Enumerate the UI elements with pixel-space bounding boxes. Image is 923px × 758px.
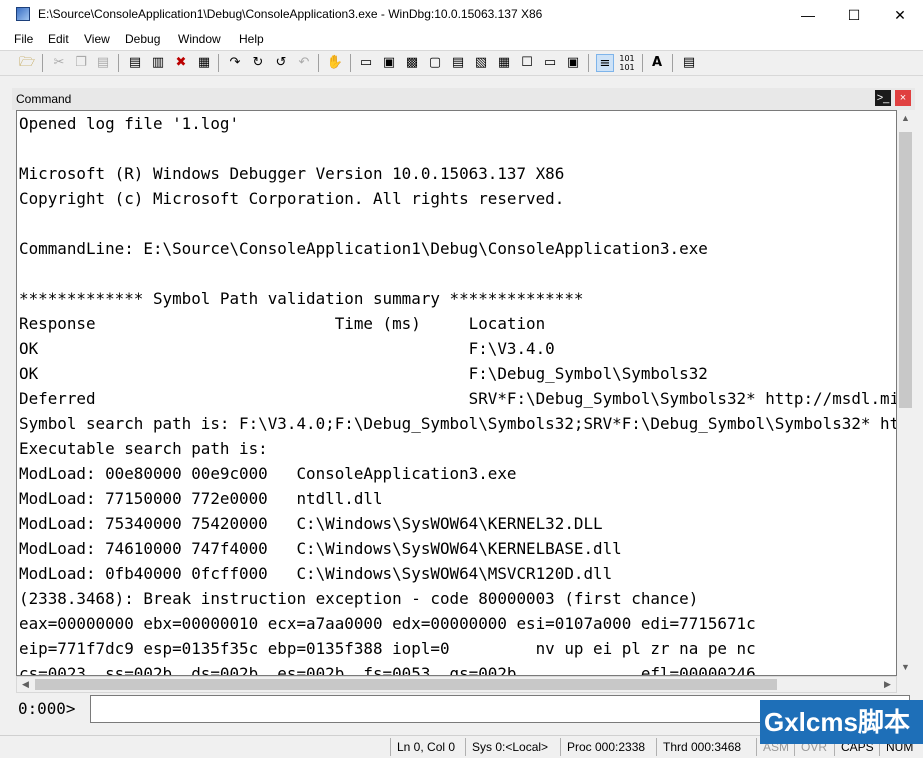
output-line: Symbol search path is: F:\V3.4.0;F:\Debu… [19, 414, 896, 433]
vertical-scroll-thumb[interactable] [899, 132, 912, 408]
toolbar-separator [350, 54, 351, 72]
output-line: eax=00000000 ebx=00000010 ecx=a7aa0000 e… [19, 614, 756, 633]
toolbar-separator [218, 54, 219, 72]
menu-window[interactable]: Window [178, 32, 221, 46]
restart-icon[interactable]: ▥ [149, 54, 167, 72]
hand-icon[interactable]: ✋ [326, 54, 344, 72]
status-ln-col: Ln 0, Col 0 [390, 738, 455, 756]
output-line: ModLoad: 74610000 747f4000 C:\Windows\Sy… [19, 539, 622, 558]
stop-debugging-icon[interactable]: ✖ [172, 54, 190, 72]
source-mode-icon[interactable]: ≡ [596, 54, 614, 72]
process-thread-icon[interactable]: ▣ [564, 54, 582, 72]
watermark-logo: Gxlcms脚本 [760, 700, 923, 744]
output-line: (2338.3468): Break instruction exception… [19, 589, 699, 608]
command-window-header: Command >_ × [12, 88, 915, 110]
menu-bar: File Edit View Debug Window Help [0, 30, 923, 50]
command-window-title: Command [16, 92, 72, 106]
output-line: ModLoad: 0fb40000 0fcff000 C:\Windows\Sy… [19, 564, 613, 583]
source-mode-window-icon[interactable]: ▭ [541, 54, 559, 72]
output-line: CommandLine: E:\Source\ConsoleApplicatio… [19, 239, 708, 258]
output-line: Deferred SRV*F:\Debug_Symbol\Symbols32* … [19, 389, 896, 408]
font-icon-label: A [651, 55, 663, 70]
toolbar-separator [672, 54, 673, 72]
maximize-button[interactable]: ☐ [831, 0, 877, 30]
registers-window-icon[interactable]: ▢ [426, 54, 444, 72]
go-icon[interactable]: ▤ [126, 54, 144, 72]
output-line: Opened log file '1.log' [19, 114, 240, 133]
break-icon[interactable]: ▦ [195, 54, 213, 72]
options-icon[interactable]: ▤ [680, 54, 698, 72]
output-line: Executable search path is: [19, 439, 268, 458]
window-title: E:\Source\ConsoleApplication1\Debug\Cons… [38, 7, 543, 21]
command-prompt: 0:000> [18, 699, 76, 718]
memory-window-icon[interactable]: ▤ [449, 54, 467, 72]
menu-file[interactable]: File [14, 32, 33, 46]
scroll-right-icon[interactable]: ▶ [879, 676, 896, 693]
step-into-icon[interactable]: ↷ [226, 54, 244, 72]
output-line: ************* Symbol Path validation sum… [19, 289, 584, 308]
scroll-down-icon[interactable]: ▼ [897, 659, 914, 676]
step-out-icon[interactable]: ↺ [272, 54, 290, 72]
output-line: ModLoad: 77150000 772e0000 ntdll.dll [19, 489, 383, 508]
close-button[interactable]: ✕ [877, 0, 923, 30]
open-icon[interactable]: 🗁 [18, 54, 36, 72]
output-line: ModLoad: 00e80000 00e9c000 ConsoleApplic… [19, 464, 517, 483]
copy-icon[interactable]: ❐ [72, 54, 90, 72]
hex-mode-label: 101 [619, 54, 635, 63]
menu-edit[interactable]: Edit [48, 32, 69, 46]
title-bar: E:\Source\ConsoleApplication1\Debug\Cons… [0, 0, 923, 30]
vertical-scrollbar[interactable]: ▲ ▼ [897, 110, 914, 676]
paste-icon[interactable]: ▤ [94, 54, 112, 72]
horizontal-scrollbar[interactable]: ◀ ▶ [16, 676, 897, 693]
output-line: cs=0023 ss=002b ds=002b es=002b fs=0053 … [19, 664, 756, 676]
minimize-button[interactable]: — [785, 0, 831, 30]
scroll-left-icon[interactable]: ◀ [17, 676, 34, 693]
command-window: Command >_ × Opened log file '1.log' Mic… [12, 88, 915, 731]
toolbar: 🗁 ✂ ❐ ▤ ▤ ▥ ✖ ▦ ↷ ↻ ↺ ↶ ✋ ▭ ▣ ▩ ▢ ▤ ▧ ▦ … [0, 50, 923, 76]
watch-window-icon[interactable]: ▣ [380, 54, 398, 72]
call-stack-window-icon[interactable]: ▧ [472, 54, 490, 72]
scratch-pad-icon[interactable]: ☐ [518, 54, 536, 72]
output-line: eip=771f7dc9 esp=0135f35c ebp=0135f388 i… [19, 639, 756, 658]
command-window-icon[interactable]: ▭ [357, 54, 375, 72]
output-line: Response Time (ms) Location [19, 314, 546, 333]
output-line: OK F:\Debug_Symbol\Symbols32 [19, 364, 708, 383]
font-icon[interactable]: A [648, 54, 666, 72]
toolbar-separator [42, 54, 43, 72]
run-to-cursor-icon[interactable]: ↶ [295, 54, 313, 72]
menu-view[interactable]: View [84, 32, 110, 46]
toolbar-separator [642, 54, 643, 72]
cut-icon[interactable]: ✂ [50, 54, 68, 72]
command-output-text: Opened log file '1.log' Microsoft (R) Wi… [17, 111, 896, 676]
output-line: OK F:\V3.4.0 [19, 339, 555, 358]
horizontal-scroll-thumb[interactable] [35, 679, 777, 690]
toolbar-separator [118, 54, 119, 72]
windbg-app-icon [16, 7, 30, 21]
locals-window-icon[interactable]: ▩ [403, 54, 421, 72]
disassembly-window-icon[interactable]: ▦ [495, 54, 513, 72]
status-thrd: Thrd 000:3468 [656, 738, 741, 756]
hex-mode-label-2: 101 [619, 63, 635, 72]
status-proc: Proc 000:2338 [560, 738, 645, 756]
toolbar-separator [588, 54, 589, 72]
dock-toggle-icon[interactable]: >_ [875, 90, 891, 106]
menu-help[interactable]: Help [239, 32, 264, 46]
status-sys: Sys 0:<Local> [465, 738, 548, 756]
output-line: Copyright (c) Microsoft Corporation. All… [19, 189, 565, 208]
output-line: ModLoad: 75340000 75420000 C:\Windows\Sy… [19, 514, 603, 533]
command-output[interactable]: Opened log file '1.log' Microsoft (R) Wi… [16, 110, 897, 676]
step-over-icon[interactable]: ↻ [249, 54, 267, 72]
scroll-up-icon[interactable]: ▲ [897, 110, 914, 127]
hex-mode-icon[interactable]: 101 101 [618, 54, 636, 72]
toolbar-separator [318, 54, 319, 72]
close-pane-icon[interactable]: × [895, 90, 911, 106]
output-line: Microsoft (R) Windows Debugger Version 1… [19, 164, 565, 183]
menu-debug[interactable]: Debug [125, 32, 160, 46]
